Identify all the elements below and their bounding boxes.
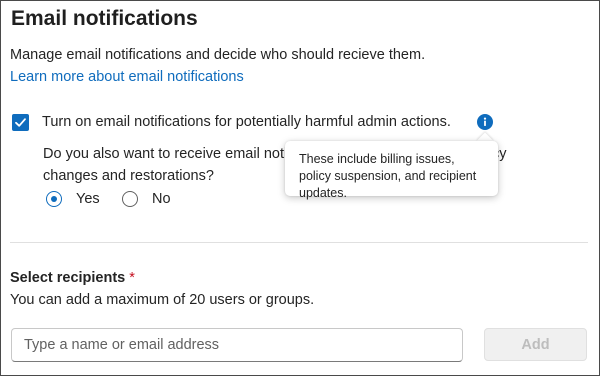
checkmark-icon: [15, 118, 26, 127]
radio-no-label: No: [152, 191, 171, 207]
add-button[interactable]: Add: [484, 328, 587, 361]
radio-no[interactable]: No: [122, 191, 182, 209]
radio-yes-circle[interactable]: [46, 191, 62, 207]
recipients-title-text: Select recipients: [10, 270, 126, 286]
radio-no-circle[interactable]: [122, 191, 138, 207]
harmful-actions-checkbox[interactable]: [12, 114, 29, 131]
panel-title: Email notifications: [11, 7, 198, 30]
radio-yes-label: Yes: [76, 191, 100, 207]
learn-more-link[interactable]: Learn more about email notifications: [10, 69, 244, 85]
section-divider: [10, 242, 588, 243]
harmful-actions-label: Turn on email notifications for potentia…: [42, 114, 451, 130]
required-marker: *: [129, 270, 135, 286]
recipients-description: You can add a maximum of 20 users or gro…: [10, 292, 315, 308]
recipient-search-input[interactable]: [11, 328, 463, 362]
recipients-title: Select recipients *: [10, 270, 135, 286]
info-tooltip: These include billing issues, policy sus…: [285, 141, 498, 200]
panel-description: Manage email notifications and decide wh…: [10, 47, 426, 63]
info-icon[interactable]: [477, 114, 493, 130]
radio-yes[interactable]: Yes: [46, 191, 106, 209]
email-notifications-panel: Email notifications Manage email notific…: [0, 0, 600, 376]
